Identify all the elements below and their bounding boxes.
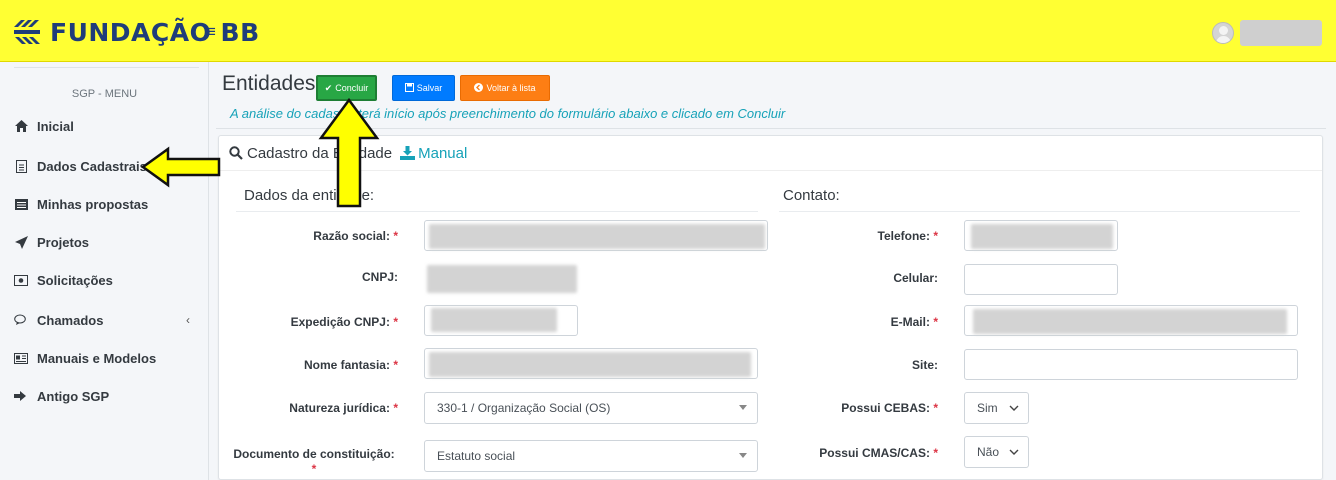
back-to-list-button[interactable]: Voltar à lista	[460, 75, 550, 101]
sidebar-item-manuais-modelos[interactable]: Manuais e Modelos	[14, 346, 204, 370]
natureza-juridica-select[interactable]: 330-1 / Organização Social (OS)	[424, 392, 758, 424]
field-label-site: Site:	[911, 358, 938, 372]
chevron-left-icon: ‹	[186, 313, 190, 327]
field-label-telefone: Telefone: *	[877, 229, 938, 243]
possui-cebas-select[interactable]: Sim	[964, 392, 1029, 424]
sidebar-item-antigo-sgp[interactable]: Antigo SGP	[14, 384, 204, 408]
concluir-button-label: Concluir	[335, 83, 369, 93]
brand-name: FUNDAÇÃO BB	[50, 17, 260, 47]
top-navbar: FUNDAÇÃO BB ≡	[0, 0, 1336, 62]
section-title-contact: Contato:	[783, 187, 840, 204]
sidebar-item-label: Antigo SGP	[37, 388, 110, 404]
bb-logo-icon	[14, 20, 40, 44]
field-label-natureza-juridica: Natureza jurídica: *	[289, 401, 398, 415]
chevron-down-icon	[1009, 405, 1019, 411]
list-icon	[14, 197, 28, 211]
section-divider-contact	[779, 211, 1300, 212]
info-subtitle: A análise do cadastro terá início após p…	[230, 106, 786, 121]
download-icon	[400, 146, 416, 160]
user-avatar-icon[interactable]	[1212, 22, 1234, 44]
site-input[interactable]	[964, 349, 1298, 380]
floppy-disk-icon	[404, 82, 414, 94]
sidebar-item-chamados[interactable]: Chamados ‹	[14, 308, 204, 332]
email-input[interactable]	[964, 305, 1298, 336]
save-button[interactable]: Salvar	[392, 75, 455, 101]
field-label-razao-social: Razão social: *	[313, 229, 398, 243]
sidebar-item-solicitacoes[interactable]: Solicitações	[14, 268, 204, 292]
arrow-circle-left-icon	[474, 82, 484, 94]
sidebar-item-label: Solicitações	[37, 272, 113, 288]
sign-out-icon	[14, 389, 28, 403]
field-label-email: E-Mail: *	[890, 315, 938, 329]
chevron-down-icon	[1009, 449, 1019, 455]
page-title: Entidades	[222, 72, 316, 95]
back-to-list-button-label: Voltar à lista	[486, 83, 536, 93]
sidebar-item-label: Minhas propostas	[37, 196, 149, 212]
possui-cmas-select[interactable]: Não	[964, 436, 1029, 468]
manual-link-label: Manual	[418, 144, 468, 162]
possui-cebas-value: Sim	[977, 401, 998, 415]
sidebar-item-label: Projetos	[37, 234, 90, 250]
sidebar-item-inicial[interactable]: Inicial	[14, 114, 204, 138]
field-label-cnpj: CNPJ:	[361, 270, 398, 284]
telefone-input[interactable]	[964, 220, 1118, 251]
field-label-documento-constituicao: Documento de constituição: *	[233, 447, 395, 476]
sidebar-item-minhas-propostas[interactable]: Minhas propostas	[14, 192, 204, 216]
documento-constituicao-value: Estatuto social	[437, 449, 516, 463]
card-header-divider	[219, 170, 1322, 171]
hamburger-icon[interactable]: ≡	[206, 22, 216, 42]
manual-link[interactable]: Manual	[400, 145, 467, 162]
field-label-celular: Celular:	[893, 271, 938, 285]
field-label-possui-cebas: Possui CEBAS: *	[841, 401, 938, 415]
field-label-nome-fantasia: Nome fantasia: *	[303, 358, 398, 372]
nome-fantasia-input[interactable]	[424, 348, 758, 379]
caret-down-icon	[739, 405, 747, 410]
card-icon	[14, 351, 28, 365]
field-label-expedicao-cnpj: Expedição CNPJ: *	[290, 315, 398, 329]
sidebar-divider	[14, 67, 199, 68]
sidebar-item-label: Dados Cadastrais	[37, 158, 147, 174]
celular-input[interactable]	[964, 264, 1118, 295]
user-name-redacted[interactable]	[1240, 20, 1322, 46]
sidebar-item-projetos[interactable]: Projetos	[14, 230, 204, 254]
annotation-arrow-up-icon	[318, 98, 380, 208]
annotation-arrow-left-icon	[140, 146, 221, 188]
expedicao-cnpj-input[interactable]	[424, 305, 578, 336]
sidebar-item-label: Chamados	[37, 312, 104, 328]
caret-down-icon	[739, 453, 747, 458]
documento-constituicao-select[interactable]: Estatuto social	[424, 440, 758, 472]
sidebar-menu-header: SGP - MENU	[71, 88, 138, 100]
section-divider-entity	[236, 211, 758, 212]
rocket-icon	[14, 235, 28, 249]
brand-logo[interactable]: FUNDAÇÃO BB	[12, 17, 260, 47]
search-icon	[229, 146, 243, 160]
check-icon: ✔	[324, 82, 333, 93]
document-icon	[14, 159, 28, 173]
possui-cmas-value: Não	[977, 445, 1000, 459]
chat-icon	[14, 313, 28, 327]
money-icon	[14, 273, 28, 287]
header-divider	[216, 128, 1326, 129]
field-label-possui-cmas: Possui CMAS/CAS: *	[819, 446, 938, 460]
cnpj-input[interactable]	[424, 264, 580, 295]
razao-social-input[interactable]	[424, 220, 768, 251]
home-icon	[14, 119, 28, 133]
save-button-label: Salvar	[416, 83, 443, 93]
sidebar-item-label: Inicial	[37, 118, 74, 134]
sidebar-item-label: Manuais e Modelos	[37, 350, 157, 366]
natureza-juridica-value: 330-1 / Organização Social (OS)	[437, 401, 611, 415]
